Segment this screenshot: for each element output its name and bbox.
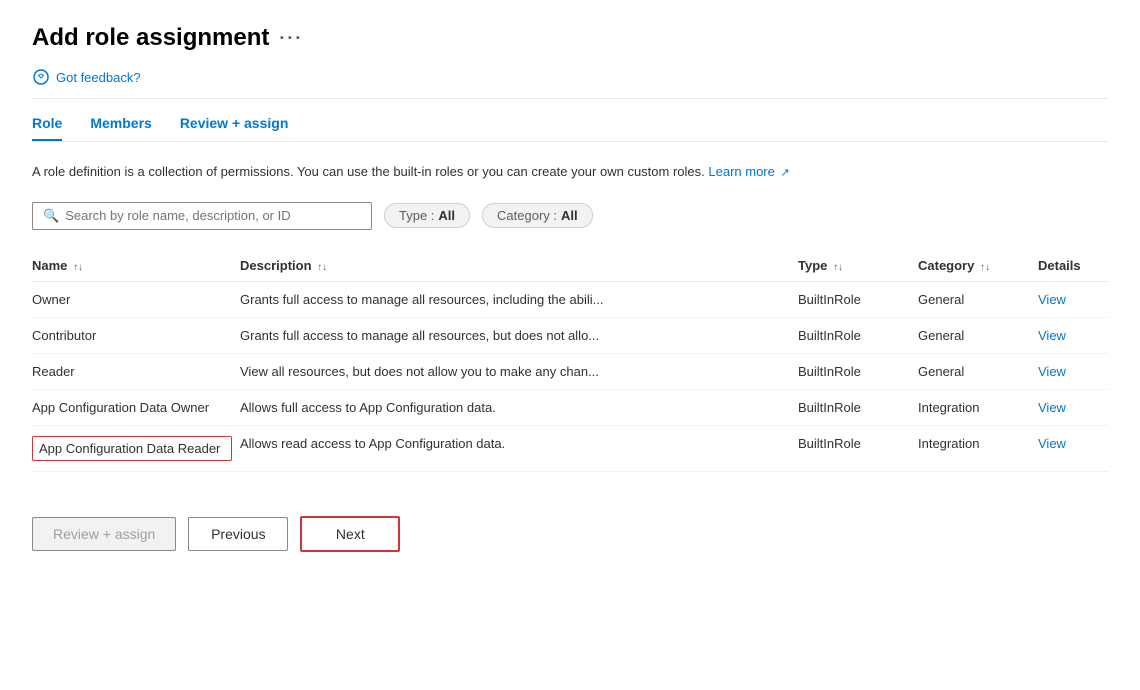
feedback-icon xyxy=(32,68,50,86)
role-name-cell[interactable]: Owner xyxy=(32,281,240,317)
table-row[interactable]: OwnerGrants full access to manage all re… xyxy=(32,281,1108,317)
role-details-cell[interactable]: View xyxy=(1038,281,1108,317)
col-header-description: Description ↑↓ xyxy=(240,250,798,282)
search-input[interactable] xyxy=(65,208,361,223)
role-details-cell[interactable]: View xyxy=(1038,353,1108,389)
tab-review-assign[interactable]: Review + assign xyxy=(180,115,289,141)
sort-icon-type[interactable]: ↑↓ xyxy=(833,262,843,273)
tab-role[interactable]: Role xyxy=(32,115,62,141)
role-category-cell: Integration xyxy=(918,389,1038,425)
role-name-cell[interactable]: App Configuration Data Owner xyxy=(32,389,240,425)
sort-icon-name[interactable]: ↑↓ xyxy=(73,262,83,273)
type-filter-label: Type : xyxy=(399,208,434,223)
role-details-cell[interactable]: View xyxy=(1038,317,1108,353)
role-details-cell[interactable]: View xyxy=(1038,389,1108,425)
page-title: Add role assignment ··· xyxy=(32,24,1108,52)
table-row[interactable]: App Configuration Data OwnerAllows full … xyxy=(32,389,1108,425)
external-link-icon: ↗ xyxy=(780,167,789,179)
category-filter-label: Category : xyxy=(497,208,557,223)
role-type-cell: BuiltInRole xyxy=(798,281,918,317)
col-header-name: Name ↑↓ xyxy=(32,250,240,282)
role-description-cell: Allows read access to App Configuration … xyxy=(240,425,798,471)
table-row[interactable]: ReaderView all resources, but does not a… xyxy=(32,353,1108,389)
role-category-cell: General xyxy=(918,317,1038,353)
selected-role-name: App Configuration Data Reader xyxy=(32,436,232,461)
sort-icon-category[interactable]: ↑↓ xyxy=(980,262,990,273)
role-name-cell[interactable]: Contributor xyxy=(32,317,240,353)
type-filter-value: All xyxy=(438,208,455,223)
tabs-container: Role Members Review + assign xyxy=(32,115,1108,142)
role-type-cell: BuiltInRole xyxy=(798,389,918,425)
col-header-type: Type ↑↓ xyxy=(798,250,918,282)
role-type-cell: BuiltInRole xyxy=(798,425,918,471)
description-text: A role definition is a collection of per… xyxy=(32,162,1108,182)
role-category-cell: Integration xyxy=(918,425,1038,471)
next-button[interactable]: Next xyxy=(300,516,400,552)
search-box[interactable]: 🔍 xyxy=(32,202,372,230)
table-row[interactable]: App Configuration Data Reader Allows read… xyxy=(32,425,1108,471)
view-link[interactable]: View xyxy=(1038,364,1066,379)
role-type-cell: BuiltInRole xyxy=(798,353,918,389)
type-filter-pill[interactable]: Type : All xyxy=(384,203,470,228)
filter-row: 🔍 Type : All Category : All xyxy=(32,202,1108,230)
role-description-cell: Allows full access to App Configuration … xyxy=(240,389,798,425)
view-link[interactable]: View xyxy=(1038,328,1066,343)
divider xyxy=(32,98,1108,99)
ellipsis-menu-button[interactable]: ··· xyxy=(279,28,303,49)
view-link[interactable]: View xyxy=(1038,400,1066,415)
col-header-category: Category ↑↓ xyxy=(918,250,1038,282)
feedback-bar[interactable]: Got feedback? xyxy=(32,68,1108,86)
role-description-cell: Grants full access to manage all resourc… xyxy=(240,281,798,317)
col-header-details: Details xyxy=(1038,250,1108,282)
role-details-cell[interactable]: View xyxy=(1038,425,1108,471)
feedback-label: Got feedback? xyxy=(56,70,141,85)
review-assign-button[interactable]: Review + assign xyxy=(32,517,176,551)
footer: Review + assign Previous Next xyxy=(32,500,1108,552)
search-icon: 🔍 xyxy=(43,208,59,224)
role-description-cell: View all resources, but does not allow y… xyxy=(240,353,798,389)
roles-table: Name ↑↓ Description ↑↓ Type ↑↓ Category … xyxy=(32,250,1108,472)
learn-more-link[interactable]: Learn more ↗ xyxy=(708,164,789,179)
role-name-cell[interactable]: Reader xyxy=(32,353,240,389)
tab-members[interactable]: Members xyxy=(90,115,151,141)
role-name-cell[interactable]: App Configuration Data Reader xyxy=(32,425,240,471)
role-category-cell: General xyxy=(918,281,1038,317)
sort-icon-description[interactable]: ↑↓ xyxy=(317,262,327,273)
role-category-cell: General xyxy=(918,353,1038,389)
view-link[interactable]: View xyxy=(1038,436,1066,451)
view-link[interactable]: View xyxy=(1038,292,1066,307)
role-description-cell: Grants full access to manage all resourc… xyxy=(240,317,798,353)
table-row[interactable]: ContributorGrants full access to manage … xyxy=(32,317,1108,353)
category-filter-value: All xyxy=(561,208,578,223)
role-type-cell: BuiltInRole xyxy=(798,317,918,353)
category-filter-pill[interactable]: Category : All xyxy=(482,203,593,228)
previous-button[interactable]: Previous xyxy=(188,517,288,551)
